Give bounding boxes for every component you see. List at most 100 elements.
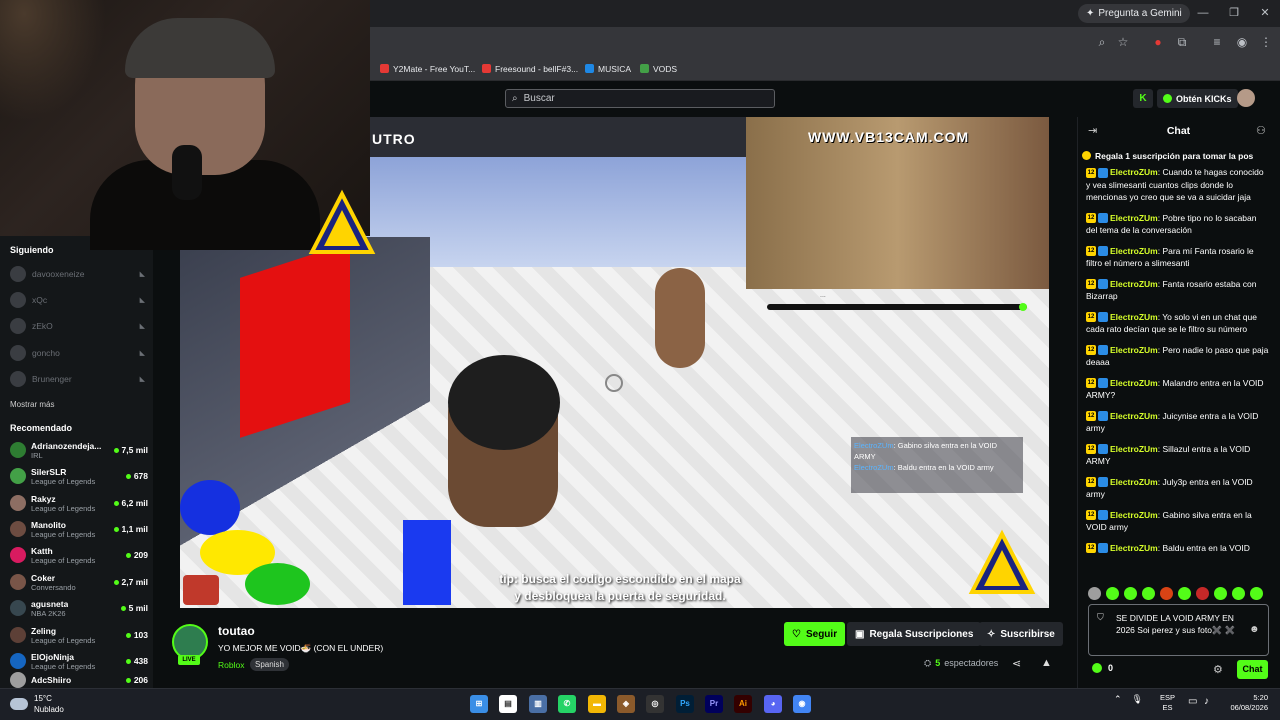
emote-icon[interactable] bbox=[1124, 587, 1137, 600]
language-indicator[interactable]: ESP ES bbox=[1160, 693, 1175, 713]
following-item[interactable]: xQc ◣ bbox=[10, 290, 145, 310]
emote-icon[interactable] bbox=[1160, 587, 1173, 600]
recommended-item[interactable]: AdcShiiro 206 bbox=[10, 672, 148, 688]
recommended-item[interactable]: Katth League of Legends 209 bbox=[10, 542, 148, 568]
bookmark-star-icon[interactable]: ☆ bbox=[1115, 34, 1131, 50]
close-icon[interactable]: ✕ bbox=[1255, 4, 1275, 22]
photoshop-icon[interactable]: Ps bbox=[676, 695, 694, 713]
chevron-up-icon[interactable]: ⌃ bbox=[1114, 694, 1122, 705]
overlay-chat-line: ElectroZUm: Gabino silva entra en la VOI… bbox=[854, 440, 1020, 462]
bookmark-vods[interactable]: VODS bbox=[640, 60, 677, 77]
bookmark-musica[interactable]: MUSICA bbox=[585, 60, 631, 77]
viewer-count-value: 678 bbox=[133, 471, 148, 481]
following-item[interactable]: Brunenger ◣ bbox=[10, 369, 145, 389]
get-kicks-button[interactable]: Obtén KICKs bbox=[1157, 89, 1238, 108]
volume-icon[interactable]: ♪ bbox=[1204, 696, 1209, 707]
profile-icon[interactable]: ◉ bbox=[1234, 34, 1250, 50]
weather-widget[interactable]: 15°C Nublado bbox=[10, 693, 64, 715]
maximize-icon[interactable]: ❐ bbox=[1224, 4, 1244, 22]
chat-username[interactable]: ElectroZUm bbox=[1110, 312, 1158, 322]
recommended-item[interactable]: Adrianozendeja... IRL 7,5 mil bbox=[10, 437, 148, 463]
live-dot-icon bbox=[125, 632, 131, 638]
network-icon[interactable]: ▭ bbox=[1188, 696, 1197, 707]
recommended-item[interactable]: SilerSLR League of Legends 678 bbox=[10, 463, 148, 489]
chrome-icon[interactable]: ◉ bbox=[793, 695, 811, 713]
emote-icon[interactable] bbox=[1196, 587, 1209, 600]
language-tag[interactable]: Spanish bbox=[250, 658, 289, 671]
bookmark-y2mate[interactable]: Y2Mate - Free YouT... bbox=[380, 60, 475, 77]
follow-button[interactable]: ♡ Seguir bbox=[784, 622, 846, 646]
recommended-item[interactable]: Zeling League of Legends 103 bbox=[10, 622, 148, 648]
emote-icon[interactable] bbox=[1232, 587, 1245, 600]
recommended-item[interactable]: agusneta NBA 2K26 5 mil bbox=[10, 595, 148, 621]
minimize-icon[interactable]: — bbox=[1193, 4, 1213, 22]
following-item[interactable]: goncho ◣ bbox=[10, 343, 145, 363]
stream-category[interactable]: Roblox bbox=[218, 660, 244, 670]
start-icon[interactable]: ⊞ bbox=[470, 695, 488, 713]
avatar bbox=[10, 468, 26, 484]
chat-username[interactable]: ElectroZUm bbox=[1110, 279, 1158, 289]
show-more-link[interactable]: Mostrar más bbox=[10, 400, 54, 409]
sub-badge: 12 bbox=[1086, 378, 1096, 389]
chat-input[interactable]: SE DIVIDE LA VOID ARMY EN 2026 Soi perez… bbox=[1088, 604, 1269, 656]
emoji-icon[interactable]: ☻ bbox=[1249, 624, 1260, 635]
recommended-item[interactable]: Coker Conversando 2,7 mil bbox=[10, 569, 148, 595]
obs-icon[interactable]: ◎ bbox=[646, 695, 664, 713]
following-item[interactable]: zEkO ◣ bbox=[10, 316, 145, 336]
following-item[interactable]: davooxeneize ◣ bbox=[10, 264, 145, 284]
extensions-puzzle-icon[interactable]: ⧉ bbox=[1174, 34, 1190, 50]
gift-subs-button[interactable]: ▣ Regala Suscripciones bbox=[847, 622, 982, 646]
chat-username[interactable]: ElectroZUm bbox=[1110, 378, 1158, 388]
search-app-icon[interactable]: ▤ bbox=[499, 695, 517, 713]
streamer-name[interactable]: toutao bbox=[218, 624, 255, 638]
avatar bbox=[10, 521, 26, 537]
zoom-icon[interactable]: ⌕ bbox=[1094, 34, 1110, 50]
user-avatar[interactable] bbox=[1237, 89, 1255, 107]
chat-username[interactable]: ElectroZUm bbox=[1110, 213, 1158, 223]
emote-icon[interactable] bbox=[1106, 587, 1119, 600]
menu-dots-icon[interactable]: ⋮ bbox=[1258, 34, 1274, 50]
whatsapp-icon[interactable]: ✆ bbox=[558, 695, 576, 713]
chat-username[interactable]: ElectroZUm bbox=[1110, 477, 1158, 487]
pinned-gift-banner[interactable]: Regala 1 suscripción para tomar la pos bbox=[1082, 148, 1275, 163]
chat-username[interactable]: ElectroZUm bbox=[1110, 543, 1158, 553]
chat-username[interactable]: ElectroZUm bbox=[1110, 246, 1158, 256]
discord-icon[interactable]: ◕ bbox=[764, 695, 782, 713]
premiere-icon[interactable]: Pr bbox=[705, 695, 723, 713]
chat-username[interactable]: ElectroZUm bbox=[1110, 444, 1158, 454]
emote-icon[interactable] bbox=[1214, 587, 1227, 600]
recommended-item[interactable]: Manolito League of Legends 1,1 mil bbox=[10, 516, 148, 542]
task-view-icon[interactable]: ▥ bbox=[529, 695, 547, 713]
emote-icon[interactable] bbox=[1142, 587, 1155, 600]
emote-icon[interactable] bbox=[1250, 587, 1263, 600]
search-input[interactable]: ⌕ Buscar bbox=[505, 89, 775, 108]
gemini-button[interactable]: ✦ Pregunta a Gemini bbox=[1078, 4, 1190, 23]
emote-icon[interactable] bbox=[1088, 587, 1101, 600]
kicks-balance[interactable]: 0 bbox=[1092, 663, 1113, 673]
illustrator-icon[interactable]: Ai bbox=[734, 695, 752, 713]
chat-users-icon[interactable]: ⚇ bbox=[1256, 124, 1266, 137]
report-icon[interactable]: ▲ bbox=[1041, 657, 1052, 669]
chat-settings-icon[interactable]: ⚙ bbox=[1213, 663, 1223, 676]
recommended-item[interactable]: Rakyz League of Legends 6,2 mil bbox=[10, 490, 148, 516]
kick-logo-icon[interactable]: K bbox=[1133, 89, 1153, 108]
clock[interactable]: 5:20 06/08/2026 bbox=[1226, 693, 1268, 713]
chat-username[interactable]: ElectroZUm bbox=[1110, 411, 1158, 421]
reading-list-icon[interactable]: ≡ bbox=[1209, 34, 1225, 50]
chat-send-button[interactable]: Chat bbox=[1237, 660, 1268, 679]
share-icon[interactable]: ⋖ bbox=[1012, 657, 1021, 670]
chat-username[interactable]: ElectroZUm bbox=[1110, 167, 1158, 177]
microphone-tray-icon[interactable]: 🎙 bbox=[1132, 694, 1143, 705]
bookmark-freesound[interactable]: Freesound - bellF#3... bbox=[482, 60, 578, 77]
emote-icon[interactable] bbox=[1178, 587, 1191, 600]
viewer-count: 678 bbox=[125, 471, 148, 481]
subscribe-button[interactable]: ✧ Suscribirse bbox=[979, 622, 1063, 646]
recommended-item[interactable]: ElOjoNinja League of Legends 438 bbox=[10, 648, 148, 674]
channel-category: League of Legends bbox=[31, 555, 96, 565]
chat-username[interactable]: ElectroZUm bbox=[1110, 345, 1158, 355]
brave-icon[interactable]: ◈ bbox=[617, 695, 635, 713]
extension-icon[interactable]: ● bbox=[1150, 34, 1166, 50]
chat-username[interactable]: ElectroZUm bbox=[1110, 510, 1158, 520]
file-explorer-icon[interactable]: ▬ bbox=[588, 695, 606, 713]
kicks-balance-value: 0 bbox=[1108, 663, 1114, 673]
